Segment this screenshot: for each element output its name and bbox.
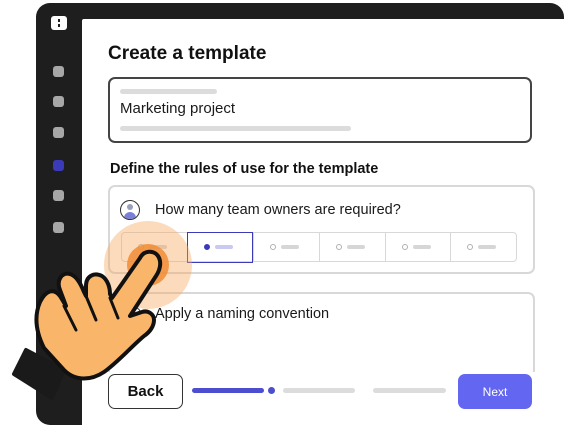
pointing-hand-icon (12, 249, 163, 400)
